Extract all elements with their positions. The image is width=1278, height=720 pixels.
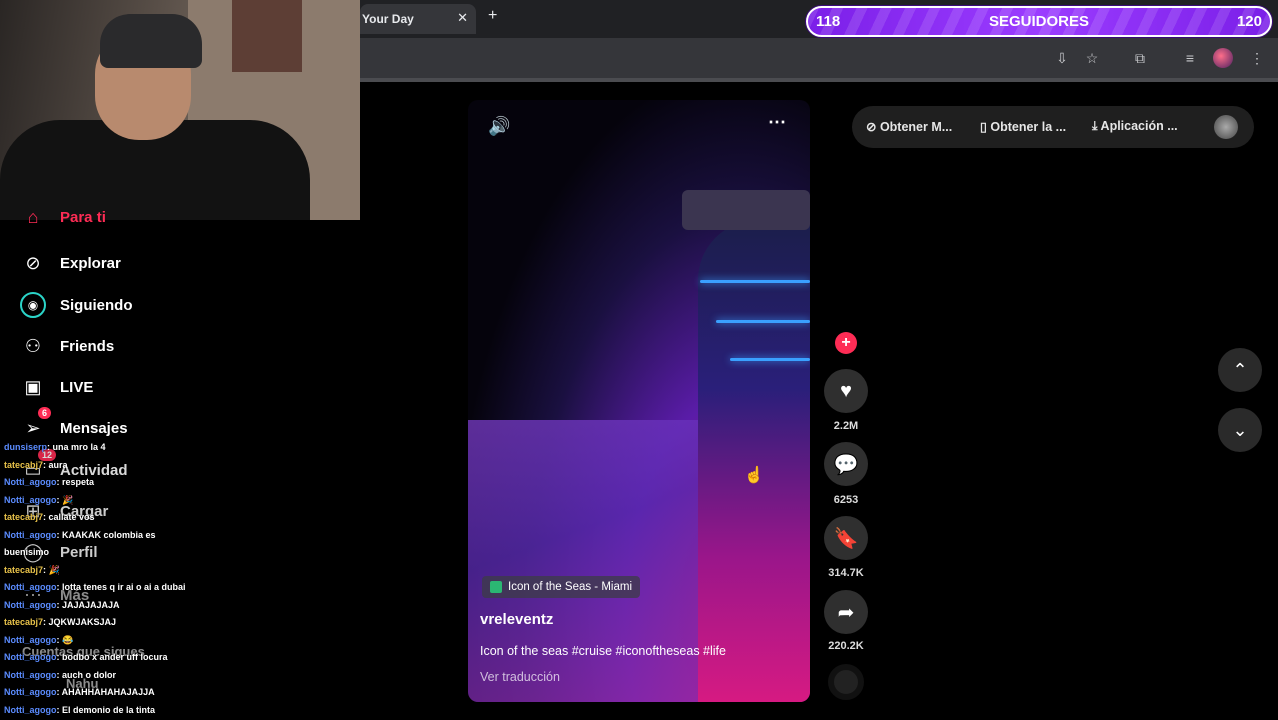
chat-message: Notti_agogo: bodbo x ander uff locura [4, 652, 168, 662]
location-label: Icon of the Seas - Miami [508, 581, 632, 593]
translate-link[interactable]: Ver traducción [480, 670, 560, 684]
chat-message: tatecabj7: aura [4, 459, 68, 470]
sidebar-item-label: Explorar [60, 254, 121, 272]
share-icon: ➦ [837, 601, 855, 624]
chat-message: Notti_agogo: JAJAJAJAJA [4, 599, 120, 610]
share-button[interactable]: ➦ [824, 590, 868, 634]
like-button[interactable]: ♥ [824, 369, 868, 413]
volume-icon[interactable]: 🔊 [488, 116, 510, 137]
save-button[interactable]: 🔖 [824, 516, 868, 560]
chat-message: tatecabj7: 🎉 [4, 564, 60, 575]
next-video-button[interactable]: ⌄ [1218, 408, 1262, 452]
get-app-button[interactable]: ▯ Obtener la ... [980, 119, 1066, 134]
get-coins-button[interactable]: ⊘ Obtener M... [866, 119, 952, 134]
browser-tab[interactable]: Your Day ✕ [360, 4, 476, 34]
live-tv-icon: ▣ [24, 376, 42, 397]
sidebar-item-label: Friends [60, 337, 115, 355]
chat-message: Notti_agogo: El demonio de la tinta [4, 704, 156, 715]
sidebar-item-para-ti[interactable]: ⌂ Para ti [20, 208, 106, 226]
tab-title: Your Day [362, 12, 414, 26]
chat-message: Notti_agogo: lotta tenes q ir ai o ai a … [4, 582, 186, 592]
install-icon[interactable]: ⇩ [1052, 48, 1072, 68]
video-sea [468, 420, 728, 702]
browser-toolbar: ⇩ ☆ ⧉ ≡ ⋮ [360, 38, 1278, 78]
video-neon-stripe [716, 320, 810, 323]
home-icon: ⌂ [27, 208, 39, 226]
sidebar-item-label: LIVE [60, 378, 94, 396]
chat-message: Notti_agogo: respeta [4, 477, 95, 487]
like-count: 2.2M [833, 420, 859, 432]
chevron-down-icon: ⌄ [1232, 419, 1248, 440]
webcam-overlay [0, 0, 360, 220]
sidebar-item-explorar[interactable]: ⊘ Explorar [20, 248, 121, 278]
profile-avatar[interactable] [1213, 48, 1233, 68]
chat-message: Notti_agogo: 😂 [4, 634, 74, 645]
sidebar-item-mensajes[interactable]: ➢ 6 Mensajes [20, 407, 128, 443]
share-count: 220.2K [828, 640, 864, 652]
chat-message: Notti_agogo: 🎉 [4, 494, 74, 505]
desktop-app-button[interactable]: ⤓ Aplicación ... [1092, 119, 1178, 134]
sidebar-item-siguiendo[interactable]: ◉ Siguiendo [20, 290, 133, 320]
follower-goal-bar: 118 SEGUIDORES 120 [806, 6, 1272, 37]
chat-message: Notti_agogo: auch o dolor [4, 669, 116, 680]
follower-goal: 120 [1236, 13, 1262, 30]
follow-button[interactable]: + [835, 332, 857, 354]
sidebar-item-label: Siguiendo [60, 296, 133, 314]
user-avatar[interactable] [1214, 115, 1238, 139]
streamer-cap [100, 14, 202, 68]
more-options-icon[interactable]: ⋯ [768, 112, 786, 133]
sidebar-item-label: Mensajes [60, 419, 128, 437]
video-caption: Icon of the seas #cruise #iconoftheseas … [480, 644, 726, 658]
sidebar-item-label: Para ti [60, 208, 106, 226]
chat-message: Notti_agogo: AHAHHAHAHAJAJJA [4, 687, 155, 697]
stream-chat: dunsiserp: una mro la 4 tatecabj7: aura … [4, 442, 204, 720]
media-icon[interactable]: ≡ [1180, 48, 1200, 68]
sidebar-item-live[interactable]: ▣ LIVE [20, 372, 93, 402]
messages-badge: 6 [38, 407, 52, 419]
friends-icon: ⚇ [24, 335, 42, 356]
location-icon [490, 581, 502, 593]
chat-message: tatecabj7: callate vos [4, 512, 95, 522]
comment-count: 6253 [833, 494, 859, 506]
location-chip[interactable]: Icon of the Seas - Miami [482, 576, 640, 598]
extensions-icon[interactable]: ⧉ [1130, 48, 1150, 68]
video-neon-stripe [730, 358, 810, 361]
chat-message: tatecabj7: JQKWJAKSJAJ [4, 617, 117, 627]
sidebar-item-friends[interactable]: ⚇ Friends [20, 331, 114, 361]
comment-icon: 💬 [833, 453, 859, 476]
follower-label: SEGUIDORES [988, 13, 1090, 30]
previous-video-button[interactable]: ⌃ [1218, 348, 1262, 392]
chat-message: Notti_agogo: KAAKAK colombia es [4, 529, 156, 540]
following-avatar-icon: ◉ [20, 292, 46, 318]
heart-icon: ♥ [840, 379, 852, 402]
save-count: 314.7K [828, 567, 864, 579]
toolbar-divider [360, 78, 1278, 82]
star-icon[interactable]: ☆ [1082, 48, 1102, 68]
mouse-cursor-icon: ☝ [744, 467, 764, 484]
compass-icon: ⊘ [25, 252, 41, 273]
close-tab-icon[interactable]: ✕ [457, 10, 468, 26]
video-neon-stripe [700, 280, 810, 283]
chat-message: dunsiserp: una mro la 4 [4, 442, 106, 452]
chat-message: buenisimo [4, 547, 50, 557]
webcam-poster [232, 0, 302, 72]
chevron-up-icon: ⌃ [1232, 359, 1248, 380]
menu-icon[interactable]: ⋮ [1247, 48, 1267, 68]
new-tab-button[interactable]: + [488, 7, 497, 25]
music-disc-icon[interactable] [828, 664, 864, 700]
bookmark-icon: 🔖 [833, 527, 859, 550]
comment-button[interactable]: 💬 [824, 442, 868, 486]
video-ship-hull [698, 220, 810, 702]
video-author[interactable]: vreleventz [480, 611, 553, 628]
top-actions-pill: ⊘ Obtener M... ▯ Obtener la ... ⤓ Aplica… [852, 106, 1254, 148]
video-ship-deck [682, 190, 810, 230]
